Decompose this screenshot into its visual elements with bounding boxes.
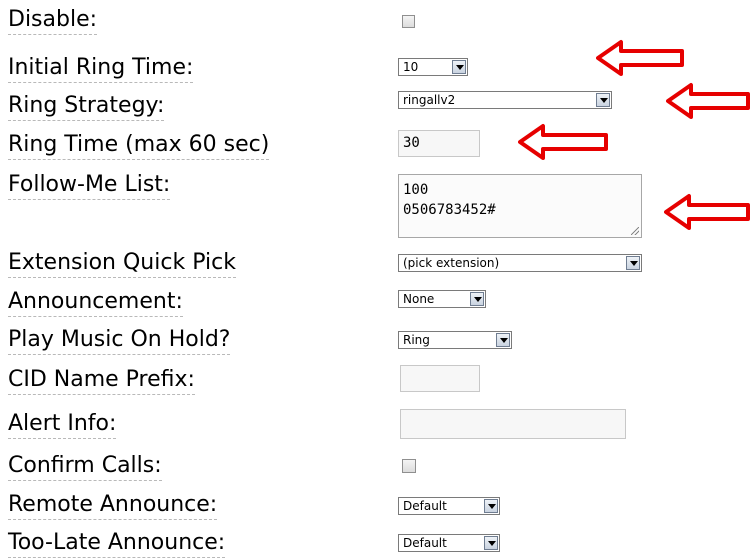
follow-me-list-textarea[interactable]: 100 0506783452# [398,174,642,238]
too-late-announce-label: Too-Late Announce: [8,530,226,558]
ring-strategy-label: Ring Strategy: [8,93,165,121]
confirm-calls-label: Confirm Calls: [8,453,162,481]
too-late-announce-select[interactable]: Default [398,534,500,552]
chevron-down-icon [496,333,510,347]
chevron-down-icon [626,256,640,270]
chevron-down-icon [484,536,498,550]
ring-strategy-value: ringallv2 [403,93,456,107]
ring-time-label: Ring Time (max 60 sec) [8,132,270,160]
alert-info-label: Alert Info: [8,411,117,439]
too-late-announce-value: Default [403,536,447,550]
chevron-down-icon [596,93,610,107]
initial-ring-time-label: Initial Ring Time: [8,55,194,83]
ring-time-input[interactable]: 30 [398,130,480,157]
extension-quick-pick-select[interactable]: (pick extension) [398,254,642,272]
annotation-arrow-4-icon [664,194,750,230]
play-moh-select[interactable]: Ring [398,331,512,349]
announcement-label: Announcement: [8,289,183,317]
initial-ring-time-value: 10 [403,60,419,74]
disable-label: Disable: [8,7,98,35]
remote-announce-select[interactable]: Default [398,497,500,515]
annotation-arrow-3-icon [518,124,608,160]
follow-me-list-label: Follow-Me List: [8,172,171,200]
follow-me-line-1: 100 [403,182,429,198]
extension-quick-pick-label: Extension Quick Pick [8,250,236,278]
confirm-calls-checkbox[interactable] [402,459,416,473]
remote-announce-value: Default [403,499,447,513]
alert-info-input[interactable] [400,409,626,439]
chevron-down-icon [470,292,484,306]
resize-grip-icon[interactable] [631,227,639,235]
cid-name-prefix-input[interactable] [400,365,480,392]
remote-announce-label: Remote Announce: [8,492,218,520]
chevron-down-icon [452,60,466,74]
chevron-down-icon [484,499,498,513]
initial-ring-time-select[interactable]: 10 [398,58,468,76]
announcement-select[interactable]: None [398,290,486,308]
annotation-arrow-1-icon [596,40,684,76]
extension-quick-pick-value: (pick extension) [403,256,500,270]
disable-checkbox[interactable] [402,15,415,28]
play-moh-label: Play Music On Hold? [8,327,231,355]
announcement-value: None [403,292,435,306]
play-moh-value: Ring [403,333,430,347]
annotation-arrow-2-icon [666,83,750,119]
follow-me-line-2: 0506783452# [403,202,496,218]
cid-name-prefix-label: CID Name Prefix: [8,367,195,395]
ring-strategy-select[interactable]: ringallv2 [398,91,612,109]
